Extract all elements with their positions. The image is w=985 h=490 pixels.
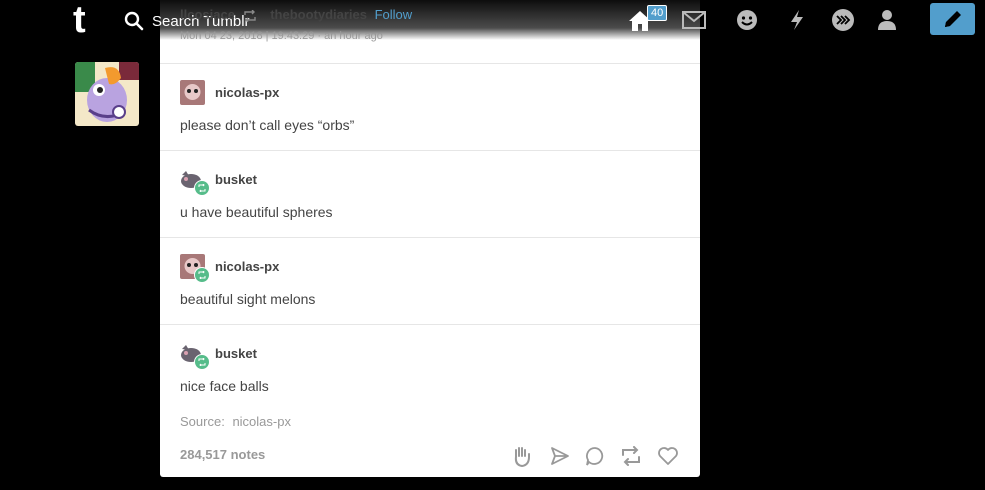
- reblog-username[interactable]: busket: [215, 346, 257, 361]
- pencil-icon: [944, 11, 961, 27]
- notification-badge: 40: [647, 5, 668, 21]
- reblog-text: beautiful sight melons: [180, 291, 316, 307]
- account-icon[interactable]: [874, 7, 900, 33]
- share-icon[interactable]: [548, 444, 572, 468]
- hand-icon[interactable]: [510, 444, 534, 468]
- post-date: Mon 04 23, 2018 | 19:43:29 · an hour ago: [180, 30, 383, 42]
- top-nav: t 40: [0, 0, 985, 40]
- search-icon: [124, 11, 144, 31]
- reblog-item: busket nice face balls: [160, 325, 700, 411]
- like-icon[interactable]: [656, 444, 680, 468]
- reblog-item: nicolas-px please don’t call eyes “orbs”: [160, 64, 700, 151]
- reblog-username[interactable]: busket: [215, 172, 257, 187]
- post-author-link[interactable]: llcosiace: [180, 7, 235, 22]
- reblog-username[interactable]: nicolas-px: [215, 85, 279, 100]
- post-attribution: llcosiace thebootydiaries Follow: [180, 7, 413, 23]
- source-label: Source:: [180, 414, 225, 429]
- reblog-small-icon: [243, 9, 256, 23]
- reblog-badge-icon: [194, 267, 210, 283]
- reblog-badge-icon: [194, 180, 210, 196]
- inbox-icon[interactable]: [681, 7, 707, 33]
- reblog-text: nice face balls: [180, 378, 269, 394]
- post-source: Source: nicolas-px: [180, 414, 291, 429]
- reblog-item: nicolas-px beautiful sight melons: [160, 238, 700, 325]
- reblog-icon[interactable]: [619, 444, 643, 468]
- avatar[interactable]: [180, 80, 205, 105]
- reblog-item: busket u have beautiful spheres: [160, 151, 700, 238]
- reblog-username[interactable]: nicolas-px: [215, 259, 279, 274]
- notes-count[interactable]: 284,517 notes: [180, 447, 265, 462]
- compose-button[interactable]: [930, 3, 975, 35]
- reply-icon[interactable]: [583, 444, 607, 468]
- reblog-text: u have beautiful spheres: [180, 204, 333, 220]
- reblog-text: please don’t call eyes “orbs”: [180, 117, 355, 133]
- source-link[interactable]: nicolas-px: [232, 414, 291, 429]
- blog-avatar[interactable]: [75, 62, 139, 126]
- activity-icon[interactable]: [784, 7, 810, 33]
- reblog-badge-icon: [194, 354, 210, 370]
- explore-icon[interactable]: [830, 7, 856, 33]
- reblogged-from-link[interactable]: thebootydiaries: [270, 7, 367, 22]
- tumblr-logo[interactable]: t: [73, 1, 86, 39]
- messaging-icon[interactable]: [734, 7, 760, 33]
- follow-button[interactable]: Follow: [375, 7, 413, 22]
